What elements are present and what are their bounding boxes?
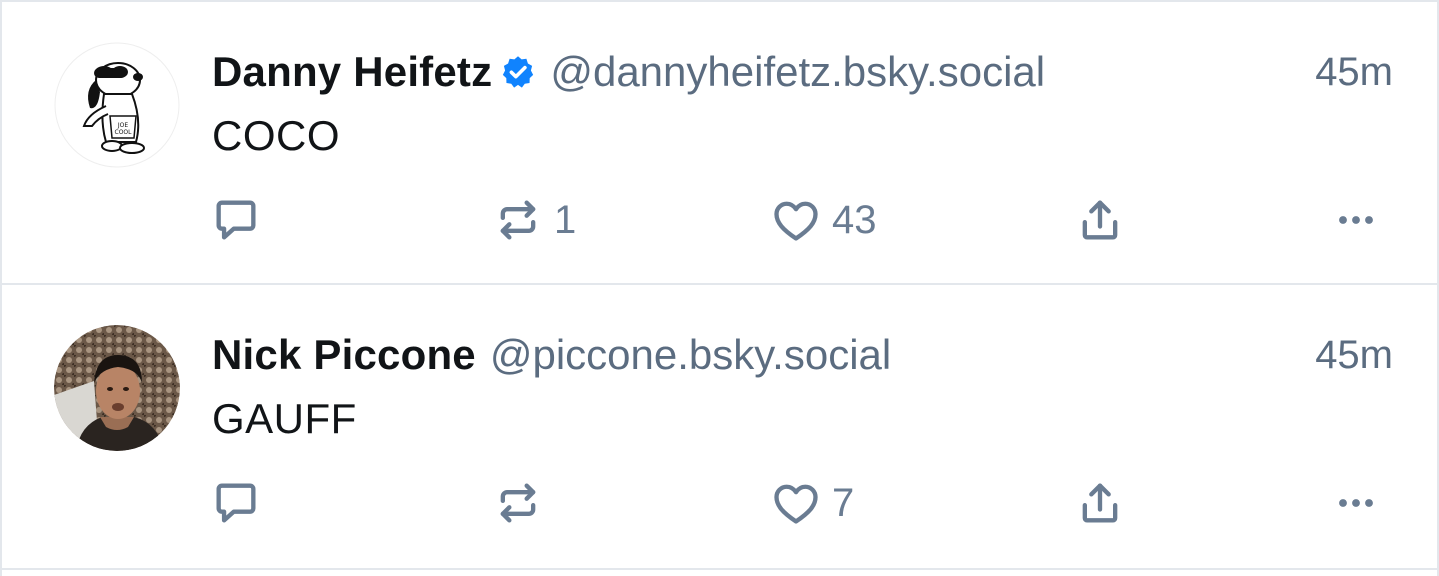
more-options-icon [1339, 499, 1373, 507]
reply-icon [216, 200, 256, 240]
feed-post[interactable]: Nick Piccone @piccone.bsky.social 45m GA… [2, 283, 1437, 566]
reply-button[interactable] [210, 475, 262, 531]
reply-icon [216, 483, 256, 523]
post-timestamp[interactable]: 45m [1315, 327, 1393, 383]
post-actions: 7 [208, 475, 1398, 531]
like-count: 43 [832, 197, 877, 242]
author-handle[interactable]: @dannyheifetz.bsky.social [550, 48, 1045, 96]
author-handle[interactable]: @piccone.bsky.social [490, 331, 891, 379]
repost-icon [500, 483, 536, 523]
author-display-name[interactable]: Danny Heifetz [212, 48, 492, 96]
heart-icon [774, 484, 818, 524]
more-options-button[interactable] [1330, 475, 1382, 531]
more-options-icon [1339, 216, 1373, 224]
post-timestamp[interactable]: 45m [1315, 44, 1393, 100]
heart-icon [774, 201, 818, 241]
avatar[interactable]: JOE COOL [54, 42, 180, 168]
post-text: COCO [212, 112, 340, 159]
share-button[interactable] [1074, 192, 1126, 248]
feed-post[interactable]: JOE COOL Danny Heifetz @dannyheifetz.bsk… [2, 0, 1437, 283]
like-button[interactable]: 43 [770, 192, 877, 248]
repost-button[interactable] [492, 475, 544, 531]
avatar[interactable] [54, 325, 180, 451]
snoopy-avatar-image: JOE COOL [54, 42, 180, 168]
share-button[interactable] [1074, 475, 1126, 531]
reply-button[interactable] [210, 192, 262, 248]
post-header: Danny Heifetz @dannyheifetz.bsky.social [212, 44, 1045, 100]
photo-avatar-image [54, 325, 180, 451]
more-options-button[interactable] [1330, 192, 1382, 248]
share-icon [1082, 200, 1118, 240]
like-button[interactable]: 7 [770, 475, 854, 531]
share-icon [1082, 483, 1118, 523]
like-count: 7 [832, 480, 855, 525]
repost-count: 1 [554, 197, 577, 242]
repost-icon [500, 200, 536, 240]
repost-button[interactable]: 1 [492, 192, 576, 248]
author-display-name[interactable]: Nick Piccone [212, 331, 476, 379]
verified-check-icon [500, 54, 536, 90]
svg-text:COOL: COOL [115, 129, 133, 136]
post-actions: 1 43 [208, 192, 1398, 248]
post-header: Nick Piccone @piccone.bsky.social [212, 327, 891, 383]
svg-text:JOE: JOE [117, 122, 128, 129]
post-text: GAUFF [212, 395, 357, 442]
post-feed: JOE COOL Danny Heifetz @dannyheifetz.bsk… [0, 0, 1439, 576]
